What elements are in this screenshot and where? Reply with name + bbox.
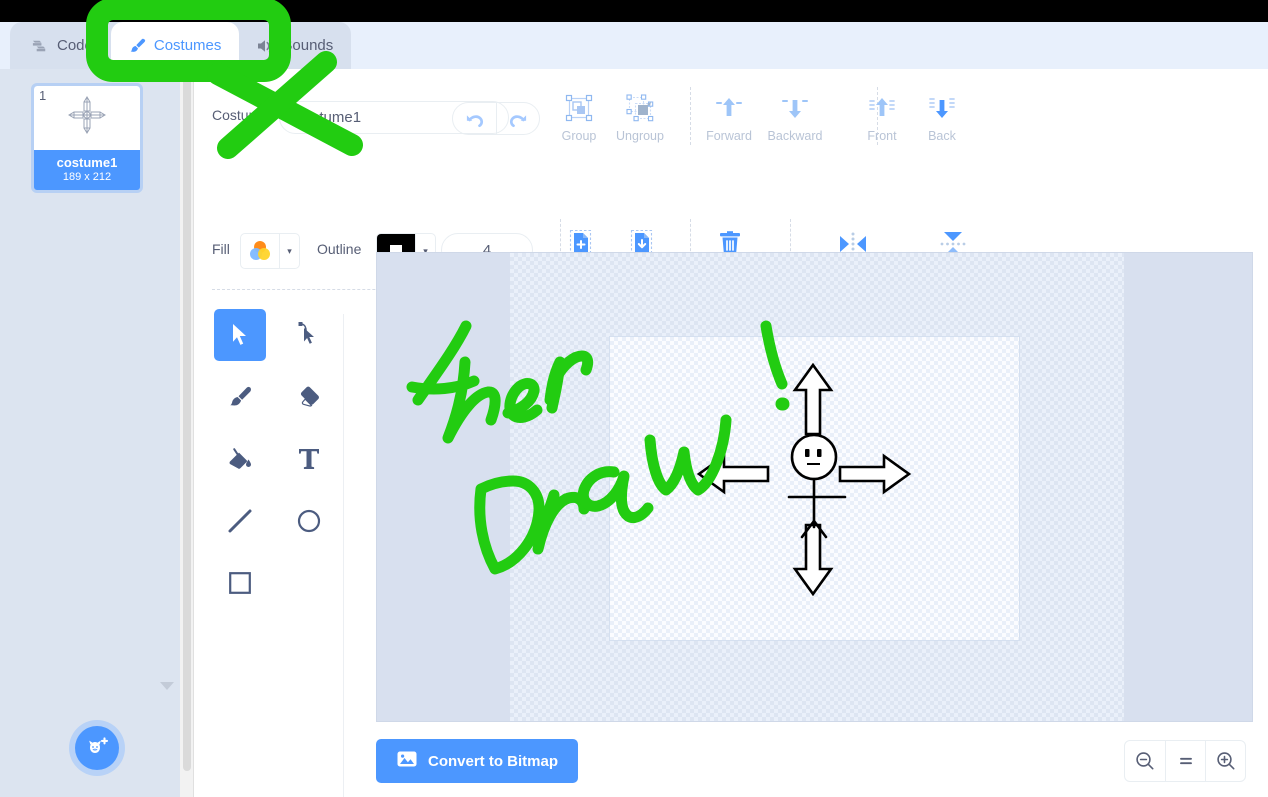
outline-label: Outline bbox=[317, 241, 362, 257]
costume-size-label: 189 x 212 bbox=[62, 171, 112, 183]
forward-button[interactable]: Forward bbox=[694, 89, 764, 145]
costume-thumbnail: 1 bbox=[34, 86, 140, 150]
tab-sounds[interactable]: Sounds bbox=[239, 22, 351, 69]
tab-code[interactable]: Code bbox=[14, 22, 111, 69]
add-costume-button[interactable] bbox=[69, 720, 125, 776]
zoom-reset-button[interactable] bbox=[1165, 741, 1205, 781]
image-icon bbox=[396, 749, 418, 773]
scratch-paint-editor: Code Costumes Sounds 1 costume1 189 x 21… bbox=[0, 0, 1268, 797]
selector-scrollbar[interactable] bbox=[180, 69, 194, 797]
costume-name-field-label: Costume bbox=[212, 107, 269, 123]
tab-costumes[interactable]: Costumes bbox=[110, 22, 240, 69]
selector-scrollbar-thumb[interactable] bbox=[183, 71, 191, 771]
backward-label: Backward bbox=[767, 129, 823, 143]
undo-icon bbox=[466, 114, 483, 127]
tab-code-label: Code bbox=[57, 37, 93, 54]
group-label: Group bbox=[561, 129, 597, 143]
color-wheel-icon bbox=[241, 234, 279, 268]
line-icon bbox=[228, 509, 252, 533]
tab-group: Code Costumes Sounds bbox=[10, 22, 352, 69]
paint-bucket-icon bbox=[229, 448, 251, 469]
redo-icon bbox=[509, 114, 527, 127]
text-tool[interactable] bbox=[283, 433, 335, 485]
scroll-caret-icon bbox=[160, 682, 174, 690]
window-top-bar bbox=[0, 0, 1268, 22]
fill-dropdown-caret-icon[interactable]: ▾ bbox=[279, 234, 299, 268]
group-button[interactable]: Group bbox=[544, 89, 614, 145]
back-arrow-icon bbox=[907, 89, 977, 127]
brush-tool[interactable] bbox=[214, 371, 266, 423]
back-label: Back bbox=[928, 129, 956, 143]
convert-to-bitmap-button[interactable]: Convert to Bitmap bbox=[376, 739, 579, 783]
add-costume-inner bbox=[75, 726, 119, 770]
paintbrush-icon bbox=[230, 386, 251, 406]
paintbrush-icon bbox=[127, 36, 147, 56]
tab-costumes-label: Costumes bbox=[153, 37, 222, 54]
text-t-icon bbox=[299, 449, 319, 469]
circle-tool[interactable] bbox=[283, 495, 335, 547]
fill-tool[interactable] bbox=[214, 433, 266, 485]
tool-palette bbox=[203, 309, 335, 629]
paint-canvas[interactable] bbox=[376, 252, 1253, 722]
circle-icon bbox=[297, 509, 321, 533]
costume-selector: 1 costume1 189 x 212 bbox=[0, 69, 180, 797]
zoom-out-button[interactable] bbox=[1125, 741, 1165, 781]
redo-button[interactable] bbox=[496, 103, 539, 134]
backward-button[interactable]: Backward bbox=[760, 89, 830, 145]
reshape-node-icon bbox=[298, 322, 314, 344]
undo-redo-group bbox=[452, 102, 540, 135]
paint-editor: Costume costume1 Group Ungroup Forward B… bbox=[195, 69, 1268, 797]
group-icon bbox=[544, 89, 614, 127]
eraser-icon bbox=[300, 386, 319, 407]
tab-strip: Code Costumes Sounds bbox=[0, 22, 1268, 69]
ungroup-button[interactable]: Ungroup bbox=[605, 89, 675, 145]
toolbar-separator-1 bbox=[690, 87, 691, 145]
forward-label: Forward bbox=[706, 129, 752, 143]
equals-icon bbox=[1179, 757, 1192, 765]
ungroup-label: Ungroup bbox=[616, 129, 664, 143]
tab-sounds-label: Sounds bbox=[282, 37, 334, 54]
cursor-arrow-icon bbox=[233, 324, 246, 345]
zoom-controls bbox=[1124, 740, 1246, 782]
rectangle-tool[interactable] bbox=[214, 557, 266, 609]
reshape-tool[interactable] bbox=[283, 309, 335, 361]
undo-button[interactable] bbox=[453, 103, 496, 134]
tools-canvas-divider bbox=[343, 314, 344, 797]
ungroup-icon bbox=[605, 89, 675, 127]
backward-arrow-icon bbox=[760, 89, 830, 127]
convert-to-bitmap-label: Convert to Bitmap bbox=[428, 752, 559, 770]
speaker-icon bbox=[255, 36, 275, 56]
back-button[interactable]: Back bbox=[907, 89, 977, 145]
zoom-in-button[interactable] bbox=[1205, 741, 1245, 781]
front-label: Front bbox=[867, 129, 897, 143]
line-tool[interactable] bbox=[214, 495, 266, 547]
code-blocks-icon bbox=[30, 36, 50, 56]
fill-color-button[interactable]: ▾ bbox=[240, 233, 300, 269]
cat-plus-icon bbox=[89, 737, 109, 753]
eraser-tool[interactable] bbox=[283, 371, 335, 423]
costume-name-label: costume1 bbox=[56, 155, 118, 170]
canvas-artboard bbox=[609, 336, 1020, 641]
square-icon bbox=[229, 572, 251, 594]
zoom-in-icon bbox=[1216, 752, 1234, 770]
forward-arrow-icon bbox=[694, 89, 764, 127]
costume-list-item[interactable]: 1 costume1 189 x 212 bbox=[31, 83, 143, 193]
paint-toolbar-row-1: Costume costume1 Group Ungroup Forward B… bbox=[195, 81, 1268, 153]
zoom-out-icon bbox=[1136, 752, 1154, 770]
paint-bottom-bar: Convert to Bitmap bbox=[195, 729, 1268, 797]
fill-label: Fill bbox=[212, 241, 230, 257]
select-tool[interactable] bbox=[214, 309, 266, 361]
